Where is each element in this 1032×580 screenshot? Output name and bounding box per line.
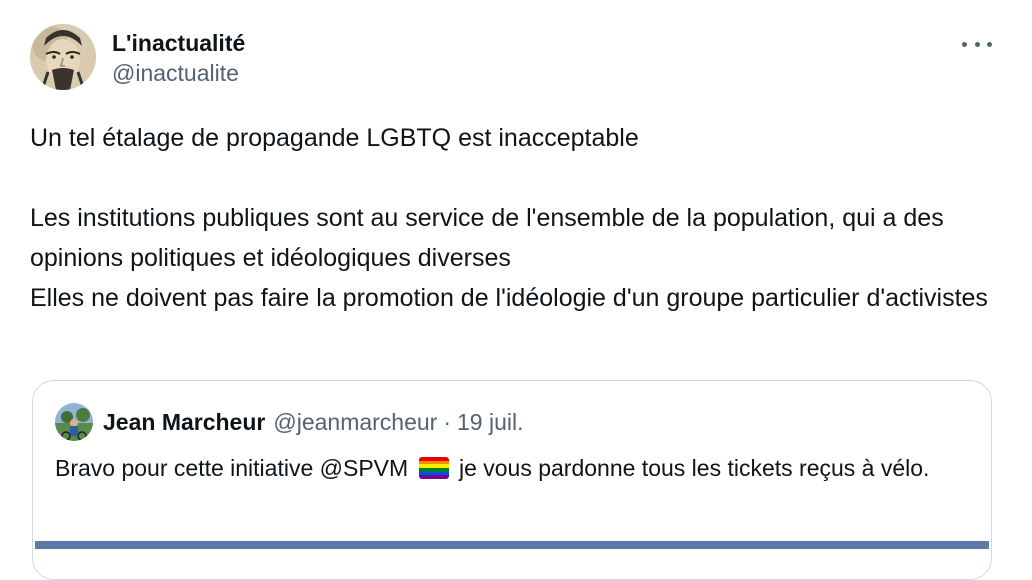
tweet-header: L'inactualité @inactualite — [30, 24, 1002, 98]
quoted-author-avatar[interactable] — [55, 403, 93, 441]
rainbow-flag-icon — [418, 457, 449, 479]
more-dot-icon — [974, 41, 980, 47]
quoted-tweet-text: Bravo pour cette initiative @SPVM je vou… — [55, 451, 975, 485]
quoted-media-preview[interactable] — [35, 541, 989, 549]
author-display-name[interactable]: L'inactualité — [112, 28, 245, 58]
quoted-text-part: Bravo pour cette initiative @SPVM — [55, 455, 409, 481]
tweet-paragraph: Un tel étalage de propagande LGBTQ est i… — [30, 124, 639, 152]
quoted-tweet[interactable]: Jean Marcheur @jeanmarcheur · 19 juil. B… — [32, 380, 992, 580]
quoted-tweet-date[interactable]: 19 juil. — [457, 407, 523, 437]
tweet-paragraph: Elles ne doivent pas faire la promotion … — [30, 284, 988, 312]
more-dot-icon — [962, 41, 967, 47]
quoted-author-handle[interactable]: @jeanmarcheur — [273, 407, 437, 437]
tweet-paragraph: Les institutions publiques sont au servi… — [30, 204, 944, 272]
more-dot-icon — [987, 41, 992, 47]
author-handle[interactable]: @inactualite — [112, 58, 245, 88]
more-options-button[interactable] — [962, 34, 992, 54]
quoted-text-part: je vous pardonne tous les tickets reçus … — [458, 455, 930, 481]
quoted-tweet-header: Jean Marcheur @jeanmarcheur · 19 juil. — [55, 403, 969, 441]
author-avatar[interactable] — [30, 24, 96, 90]
tweet-text: Un tel étalage de propagande LGBTQ est i… — [30, 118, 990, 318]
separator-dot: · — [443, 409, 452, 435]
quoted-author-display-name[interactable]: Jean Marcheur — [103, 407, 265, 437]
author-names: L'inactualité @inactualite — [112, 28, 245, 88]
